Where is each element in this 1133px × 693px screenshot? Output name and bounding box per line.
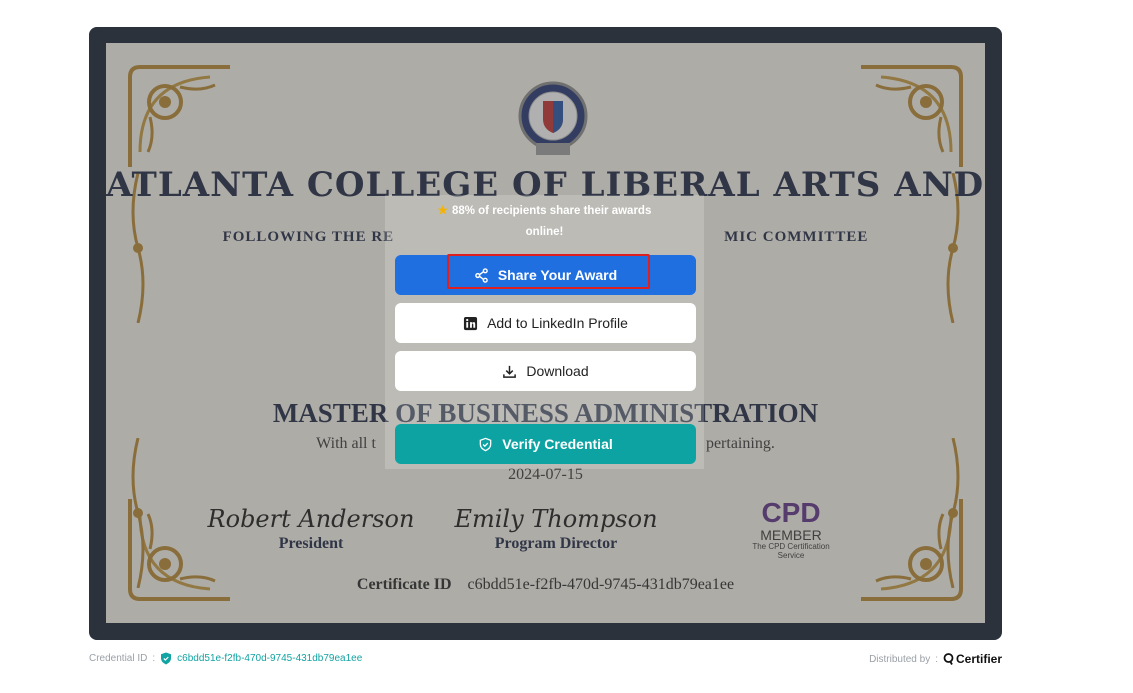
distributed-by-footer: Distributed by: Certifier xyxy=(869,652,1002,666)
verify-credential-label: Verify Credential xyxy=(502,436,613,452)
star-icon: ★ xyxy=(437,205,448,217)
share-stat-text: ★ 88% of recipients share their awards on… xyxy=(385,201,704,243)
certifier-logo-icon xyxy=(943,653,954,665)
certificate-frame: ATLANTA COLLEGE OF LIBERAL ARTS AND SCIE… xyxy=(89,27,1002,640)
distributed-by-label: Distributed by xyxy=(869,653,931,665)
credential-id-footer: Credential ID: c6bdd51e-f2fb-470d-9745-4… xyxy=(89,652,363,665)
download-label: Download xyxy=(526,363,589,379)
certifier-brand-name: Certifier xyxy=(955,652,1002,666)
verify-credential-button[interactable]: Verify Credential xyxy=(395,424,696,464)
credential-id-link[interactable]: c6bdd51e-f2fb-470d-9745-431db79ea1ee xyxy=(177,653,362,664)
share-stat-line1: 88% of recipients share their awards xyxy=(451,205,652,217)
verified-shield-icon xyxy=(161,652,172,665)
share-icon xyxy=(475,267,488,283)
share-stat-line2: online! xyxy=(525,226,564,238)
add-to-linkedin-button[interactable]: Add to LinkedIn Profile xyxy=(395,303,696,343)
credential-id-label: Credential ID xyxy=(89,653,148,664)
add-to-linkedin-label: Add to LinkedIn Profile xyxy=(487,315,628,331)
download-button[interactable]: Download xyxy=(395,351,696,391)
linkedin-icon xyxy=(464,316,478,330)
shield-check-icon xyxy=(479,437,492,451)
certifier-logo-link[interactable]: Certifier xyxy=(943,652,1002,666)
share-award-button[interactable]: Share Your Award xyxy=(395,255,696,295)
share-popup: ★ 88% of recipients share their awards on… xyxy=(385,195,704,469)
share-award-label: Share Your Award xyxy=(497,267,618,283)
download-icon xyxy=(503,365,517,378)
